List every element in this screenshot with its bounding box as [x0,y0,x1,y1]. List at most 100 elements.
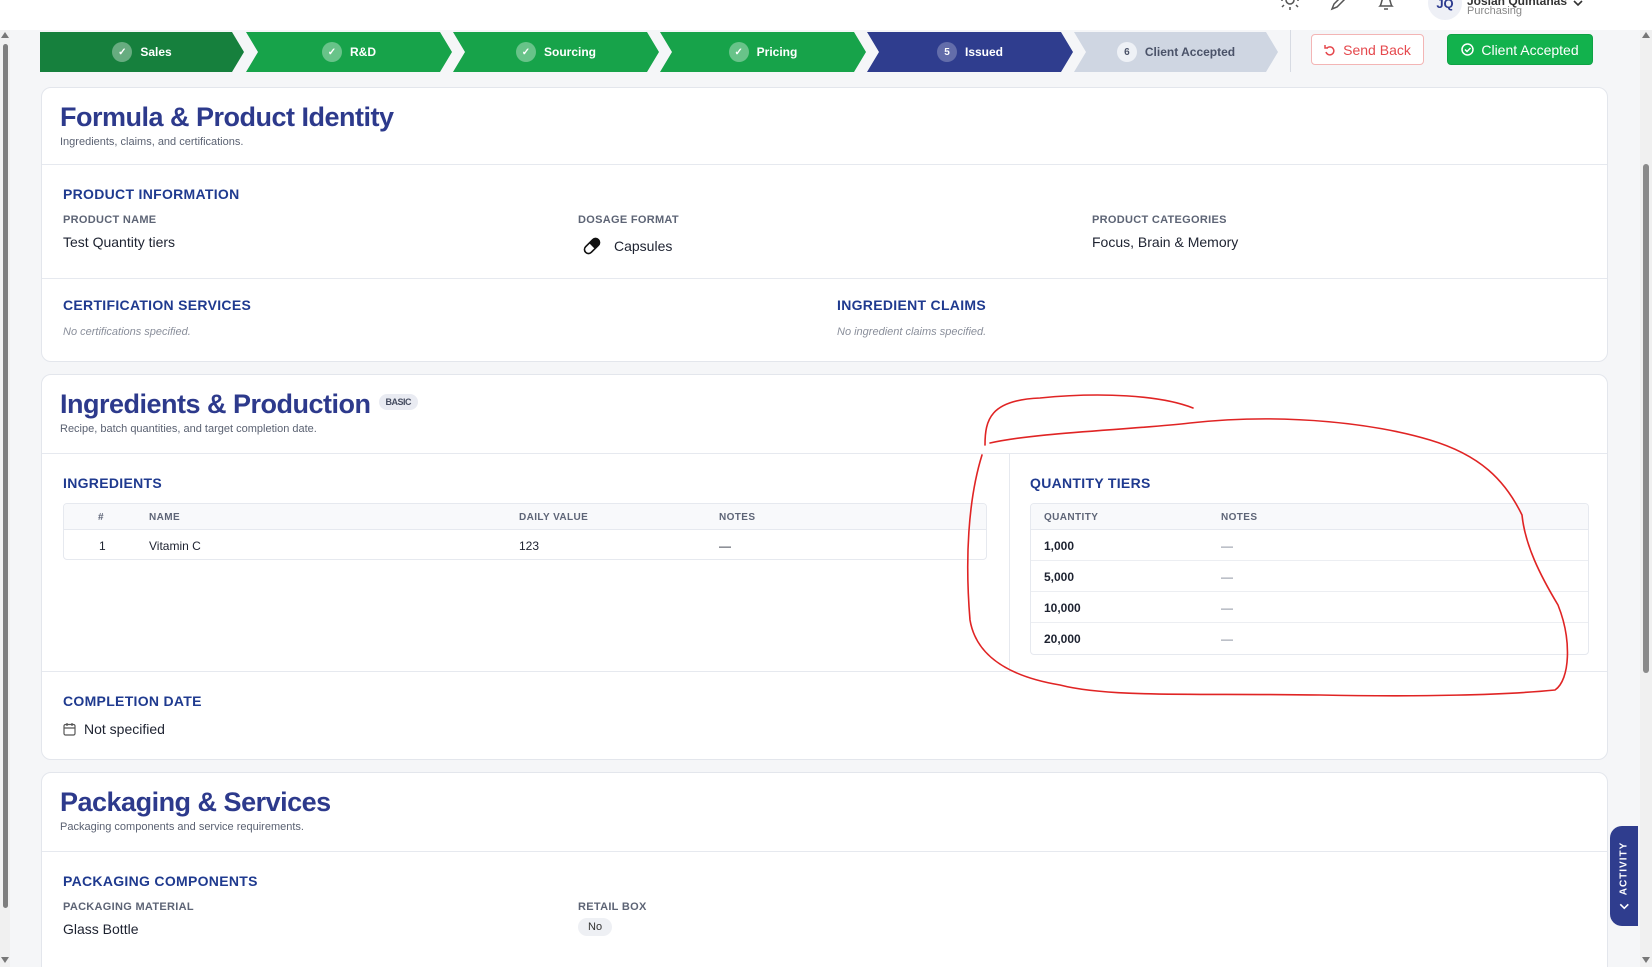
retail-box-badge: No [578,918,613,936]
check-icon: ✓ [516,42,536,62]
divider [42,453,1607,454]
basic-tag: BASIC [378,393,419,410]
product-name-label: PRODUCT NAME [63,214,157,226]
divider [42,671,1607,672]
right-scrollbar[interactable] [1640,30,1652,967]
scrollbar-thumb[interactable] [3,44,8,908]
certification-services-title: CERTIFICATION SERVICES [63,297,252,313]
scroll-up-arrow-icon[interactable] [1,32,9,38]
workflow-stepper: ✓ Sales ✓ R&D ✓ Sourcing ✓ Pricing 5 Iss… [40,32,1280,72]
tier-notes: — [1221,632,1233,646]
packaging-components-title: PACKAGING COMPONENTS [63,873,258,889]
divider [42,851,1607,852]
quantity-tiers-title: QUANTITY TIERS [1030,475,1151,491]
product-name-value: Test Quantity tiers [63,234,176,250]
tier-quantity: 20,000 [1044,632,1081,646]
tier-quantity: 10,000 [1044,601,1081,615]
step-label: Pricing [756,45,798,59]
edit-icon[interactable] [1328,0,1348,12]
completion-date-value: Not specified [84,721,165,737]
divider [42,164,1607,165]
send-back-label: Send Back [1343,41,1411,58]
divider [42,278,1607,279]
daily-value: 123 [519,539,540,553]
notes: — [719,539,731,553]
scroll-down-arrow-icon[interactable] [1642,957,1650,963]
tier-quantity: 1,000 [1044,539,1075,553]
packaging-material-label: PACKAGING MATERIAL [63,901,194,913]
packaging-card: Packaging & Services Packaging component… [41,772,1608,967]
calendar-icon [63,722,76,741]
step-client-accepted[interactable]: 6 Client Accepted [1074,32,1278,72]
tier-notes: — [1221,570,1233,584]
check-circle-icon [1461,43,1475,56]
step-pricing[interactable]: ✓ Pricing [660,32,866,72]
step-label: Sales [140,45,172,59]
ingredients-card: Ingredients & Production BASIC Recipe, ba… [41,374,1608,760]
table-header: # NAME DAILY VALUE NOTES [64,504,986,530]
section-subtitle: Ingredients, claims, and certifications. [60,136,244,148]
step-label: Client Accepted [1144,45,1236,59]
ingredient-claims-title: INGREDIENT CLAIMS [837,297,986,313]
avatar[interactable]: JQ [1428,0,1462,20]
certification-empty: No certifications specified. [63,326,191,338]
step-number-badge: 6 [1117,42,1137,62]
client-accepted-button[interactable]: Client Accepted [1447,34,1593,65]
section-title: Ingredients & Production BASIC [60,389,419,420]
ingredient-claims-empty: No ingredient claims specified. [837,326,987,338]
send-back-button[interactable]: Send Back [1311,34,1424,65]
dosage-format-value: Capsules [614,238,673,254]
tier-notes: — [1221,601,1233,615]
chevron-down-icon[interactable] [1572,0,1584,14]
product-information-title: PRODUCT INFORMATION [63,186,240,202]
table-row: 1,000 — [1031,530,1588,561]
retail-box-label: RETAIL BOX [578,901,647,913]
ingredient-name: Vitamin C [149,539,201,553]
table-row: 10,000 — [1031,592,1588,623]
undo-icon [1324,44,1335,56]
step-number-badge: 5 [937,42,957,62]
col-header: NOTES [719,512,756,523]
scroll-down-arrow-icon[interactable] [1,957,9,963]
step-label: Issued [964,45,1003,59]
formula-card: Formula & Product Identity Ingredients, … [41,87,1608,362]
dosage-format-label: DOSAGE FORMAT [578,214,679,226]
col-header: DAILY VALUE [519,512,589,523]
activity-tab[interactable]: ACTIVITY [1610,826,1638,926]
product-categories-value: Focus, Brain & Memory [1092,234,1239,250]
packaging-material-value: Glass Bottle [63,921,139,937]
section-title: Packaging & Services [60,787,331,817]
capsule-icon [581,235,603,262]
step-sales[interactable]: ✓ Sales [40,32,244,72]
bell-icon[interactable] [1376,0,1396,12]
completion-date-title: COMPLETION DATE [63,693,202,709]
divider [1290,30,1291,72]
step-rnd[interactable]: ✓ R&D [246,32,452,72]
table-row: 20,000 — [1031,623,1588,654]
section-title: Formula & Product Identity [60,102,394,132]
sun-icon[interactable] [1280,0,1300,12]
step-label: R&D [350,45,376,59]
user-role: Purchasing [1467,5,1523,17]
left-scrollbar[interactable] [0,30,10,967]
chevron-left-icon [1619,903,1629,909]
divider [1009,453,1010,671]
scroll-up-arrow-icon[interactable] [1642,32,1650,38]
check-icon: ✓ [322,42,342,62]
table-header: QUANTITY NOTES [1031,504,1588,530]
table-row: 1 Vitamin C 123 — [64,530,986,559]
tier-notes: — [1221,539,1233,553]
section-subtitle: Packaging components and service require… [60,821,304,833]
table-row: 5,000 — [1031,561,1588,592]
scrollbar-thumb[interactable] [1643,164,1649,673]
section-title-text: Ingredients & Production [60,389,371,419]
top-bar: JQ Josiah Quintanas Purchasing [0,0,1652,30]
ingredients-title: INGREDIENTS [63,475,162,491]
quantity-tiers-table: QUANTITY NOTES 1,000 — 5,000 — 10,000 — … [1030,503,1589,655]
step-sourcing[interactable]: ✓ Sourcing [453,32,659,72]
step-label: Sourcing [543,45,596,59]
tier-quantity: 5,000 [1044,570,1075,584]
section-subtitle: Recipe, batch quantities, and target com… [60,423,317,435]
row-number: 1 [99,539,106,553]
step-issued[interactable]: 5 Issued [867,32,1073,72]
